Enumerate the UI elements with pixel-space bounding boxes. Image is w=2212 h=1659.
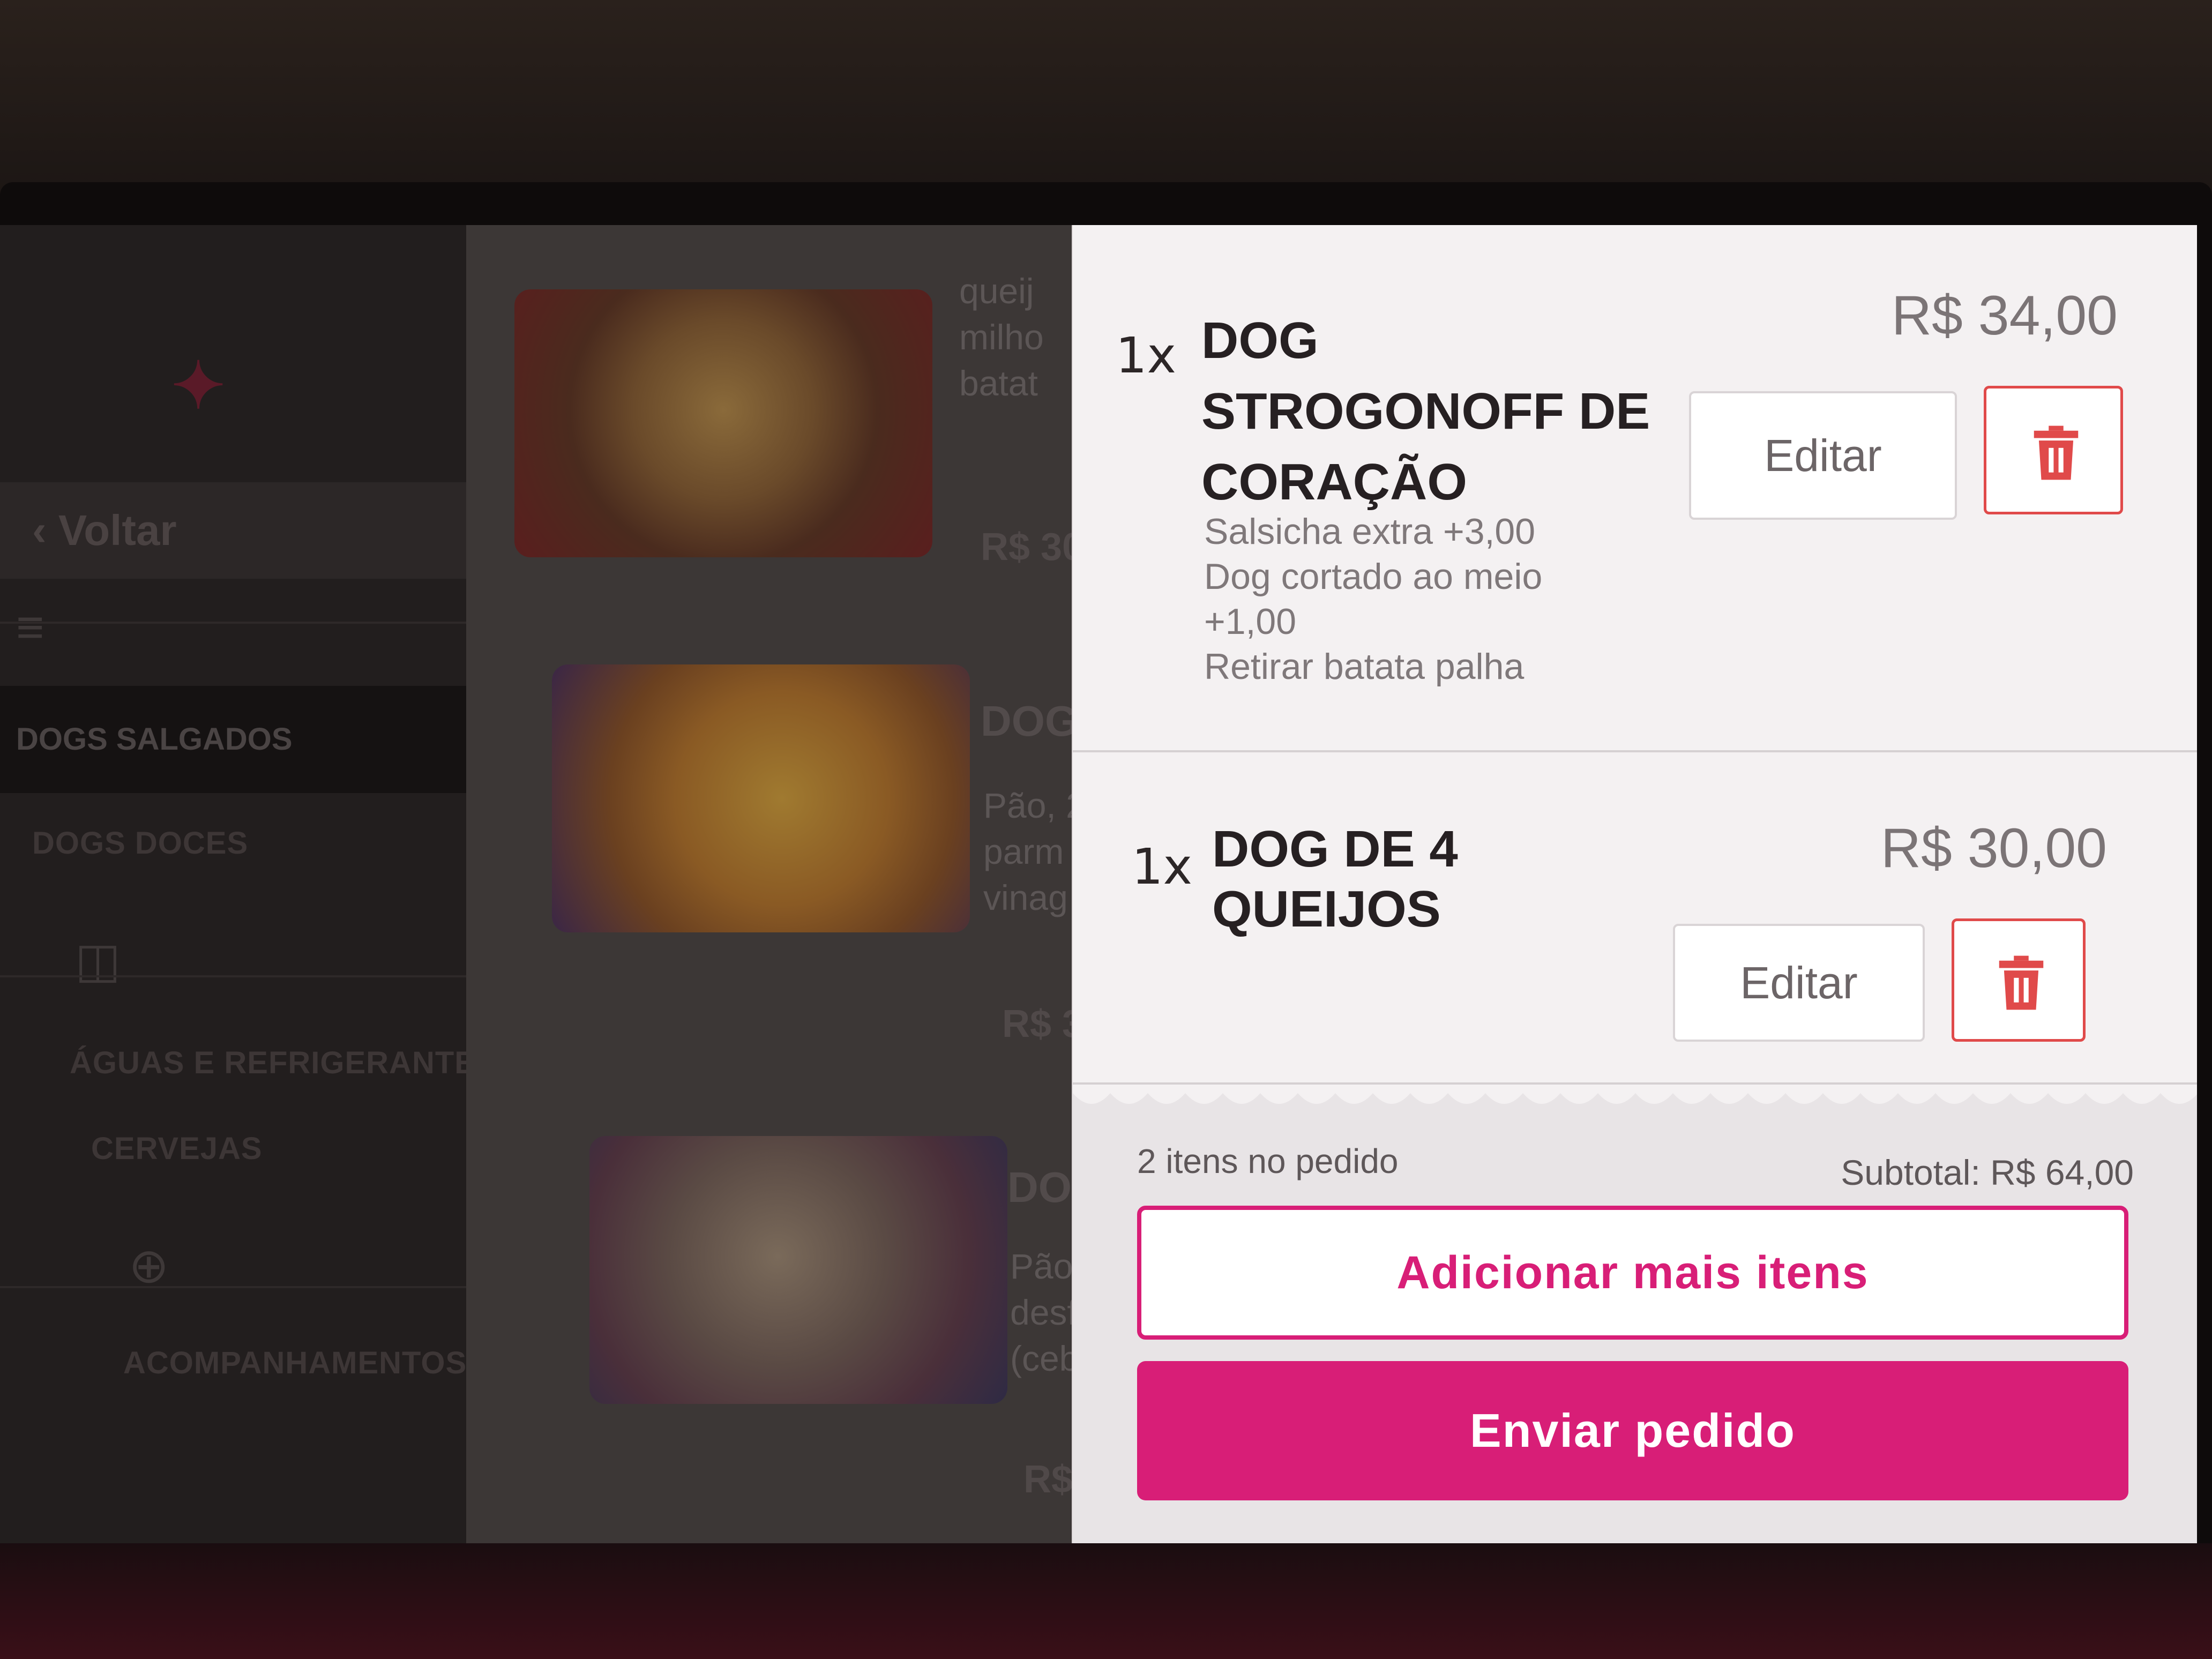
modifier: Retirar batata palha	[1204, 646, 1525, 687]
brand-logo: ✦	[171, 350, 226, 422]
category-sidebar: ✦ ‹ Voltar ≡ DOGS SALGADOS DOGS DOCES ◫ …	[0, 225, 525, 1543]
add-more-items-button[interactable]: Adicionar mais itens	[1137, 1206, 2128, 1340]
cart-item: 1x DOG STROGONOFF DE CORAÇÃO R$ 34,00 Sa…	[1073, 225, 2197, 750]
modifier: Salsicha extra +3,00	[1204, 511, 1536, 552]
category-label: DOGS SALGADOS	[16, 722, 293, 757]
subtotal: Subtotal: R$ 64,00	[1841, 1153, 2134, 1192]
back-button[interactable]: ‹ Voltar	[0, 482, 504, 579]
product-image[interactable]	[514, 289, 932, 557]
modifier: Dog cortado ao meio	[1204, 556, 1543, 597]
items-count: 2 itens no pedido	[1137, 1142, 1399, 1180]
product-price: R$ 30	[981, 526, 1084, 569]
item-quantity: 1x	[1116, 327, 1176, 384]
trash-icon	[2034, 425, 2079, 480]
product-list: queij milho batat R$ 30 DOG Pão, 2 parm …	[466, 225, 1118, 1543]
category-cervejas[interactable]: CERVEJAS	[91, 1131, 263, 1167]
product-name: DOG	[981, 697, 1079, 745]
product-image[interactable]	[589, 1136, 1007, 1404]
product-description: Pão, 2 parm vinag	[983, 786, 1086, 917]
item-price: R$ 30,00	[1880, 817, 2107, 879]
item-modifiers: Salsicha extra +3,00 Dog cortado ao meio…	[1204, 509, 1542, 689]
divider	[0, 1286, 509, 1288]
trash-icon	[1999, 955, 2044, 1010]
item-name: DOG DE 4 QUEIJOS	[1212, 820, 1458, 938]
cart-panel: 1x DOG STROGONOFF DE CORAÇÃO R$ 34,00 Sa…	[1072, 225, 2197, 1543]
category-aguas-refrigerantes[interactable]: ÁGUAS E REFRIGERANTES	[70, 1045, 497, 1081]
item-quantity: 1x	[1132, 838, 1192, 895]
item-name: DOG STROGONOFF DE CORAÇÃO	[1201, 312, 1650, 511]
product-description: queij milho batat	[959, 271, 1044, 403]
back-label: Voltar	[58, 506, 177, 554]
cart-item: 1x DOG DE 4 QUEIJOS R$ 30,00 Editar	[1073, 752, 2197, 1085]
tablet-screen: ✦ ‹ Voltar ≡ DOGS SALGADOS DOGS DOCES ◫ …	[0, 225, 2197, 1543]
delete-button[interactable]	[1984, 386, 2123, 514]
table-surface	[0, 1543, 2212, 1659]
divider	[0, 622, 493, 624]
item-price: R$ 34,00	[1891, 285, 2118, 347]
chevron-left-icon: ‹	[32, 506, 58, 554]
category-dogs-salgados[interactable]: DOGS SALGADOS	[0, 686, 525, 793]
edit-button[interactable]: Editar	[1673, 924, 1925, 1042]
category-acompanhamentos[interactable]: ACOMPANHAMENTOS	[123, 1345, 467, 1381]
delete-button[interactable]	[1952, 918, 2086, 1042]
scallop-divider	[1073, 1082, 2197, 1115]
edit-button[interactable]: Editar	[1689, 391, 1957, 520]
product-image[interactable]	[552, 664, 970, 932]
divider	[0, 975, 504, 977]
hamburger-icon: ≡	[16, 601, 44, 654]
category-dogs-doces[interactable]: DOGS DOCES	[32, 825, 248, 861]
send-order-button[interactable]: Enviar pedido	[1137, 1361, 2128, 1500]
cup-icon: ◫	[75, 934, 121, 988]
modifier: +1,00	[1204, 601, 1297, 642]
